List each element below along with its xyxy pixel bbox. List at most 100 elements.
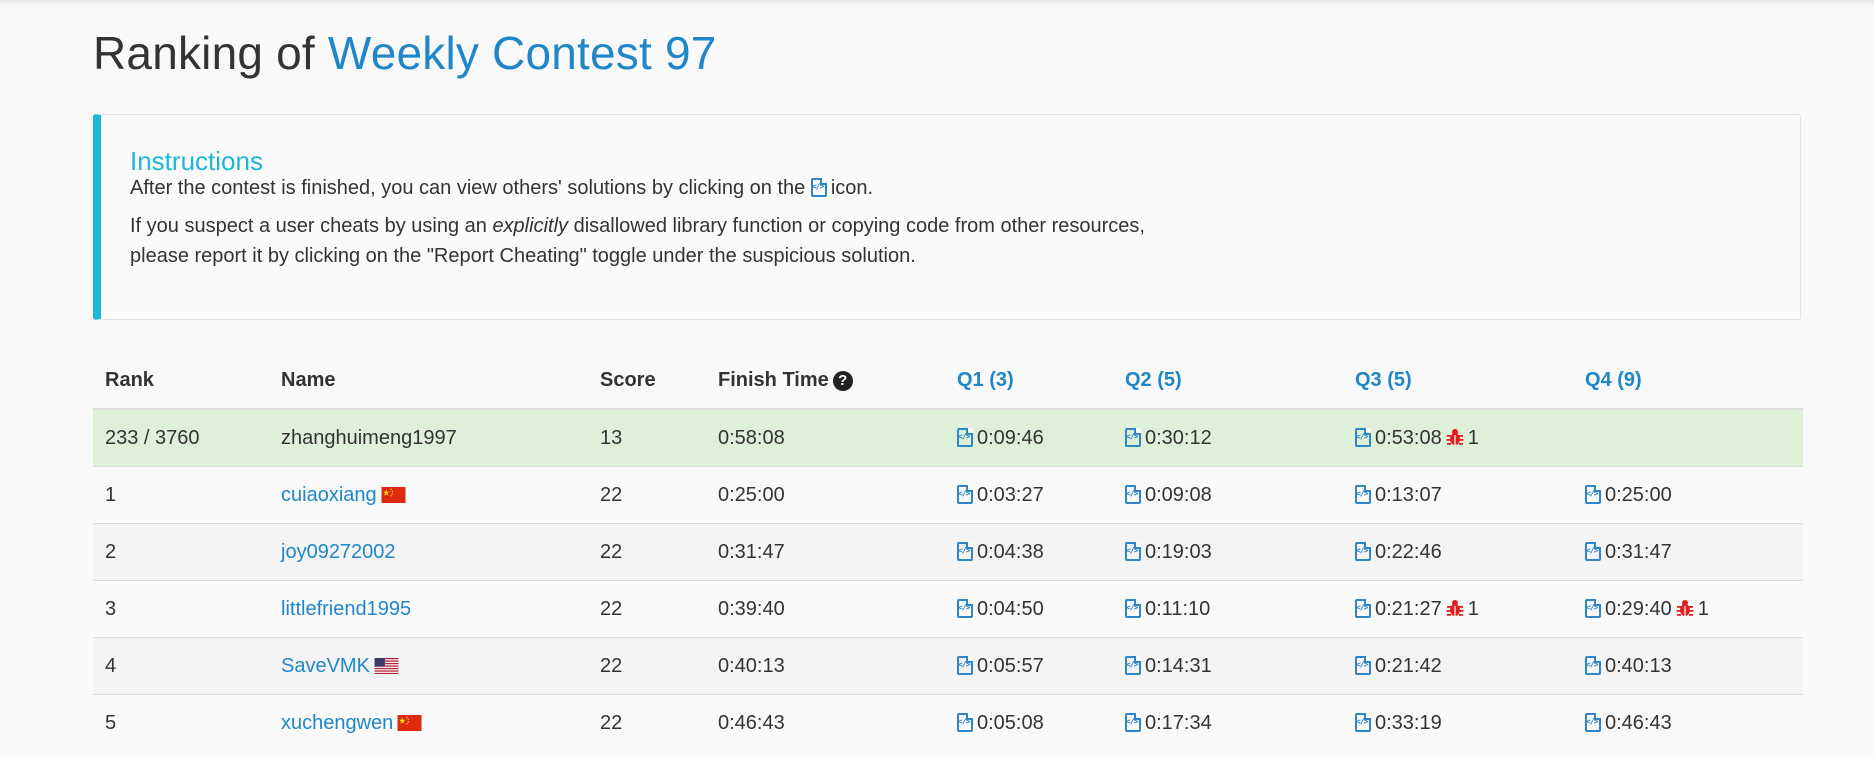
code-file-icon[interactable] (957, 712, 974, 732)
q4-cell: 0:40:13 (1573, 637, 1803, 695)
username-link[interactable]: cuiaoxiang (281, 484, 377, 506)
bug-icon (1676, 599, 1694, 616)
bug-icon (1446, 599, 1464, 616)
header-q1[interactable]: Q1 (3) (945, 352, 1113, 410)
instructions-line-1-end: icon. (830, 177, 874, 199)
q3-time: 0:13:07 (1375, 483, 1442, 506)
q3-time: 0:33:19 (1375, 711, 1442, 734)
bug-icon (1446, 428, 1464, 445)
header-q1-label[interactable]: Q1 (3) (957, 369, 1014, 391)
finish-time-cell: 0:25:00 (706, 466, 945, 524)
wrong-submission-count: 1 (1467, 597, 1479, 620)
code-file-icon[interactable] (1125, 541, 1142, 561)
code-file-icon[interactable] (957, 484, 974, 504)
header-q4[interactable]: Q4 (9) (1573, 352, 1803, 410)
name-cell: joy09272002 (269, 523, 588, 581)
code-file-icon[interactable] (957, 598, 974, 618)
code-file-icon[interactable] (1125, 598, 1142, 618)
instructions-emphasis: explicitly (492, 215, 569, 237)
table-header-row: Rank Name Score Finish Time? Q1 (3) Q2 (… (93, 352, 1803, 410)
instructions-panel: Instructions After the contest is finish… (93, 114, 1801, 320)
score-cell: 22 (588, 466, 706, 524)
score-cell: 22 (588, 637, 706, 695)
code-file-icon[interactable] (1125, 712, 1142, 732)
q1-cell: 0:04:38 (945, 523, 1113, 581)
contest-link[interactable]: Weekly Contest 97 (328, 27, 717, 79)
code-file-icon[interactable] (1355, 541, 1372, 561)
username: zhanghuimeng1997 (281, 426, 457, 449)
q2-cell: 0:17:34 (1113, 694, 1343, 751)
code-file-icon[interactable] (1585, 484, 1602, 504)
code-file-icon[interactable] (1125, 655, 1142, 675)
username-link[interactable]: SaveVMK (281, 655, 370, 677)
finish-time-cell: 0:39:40 (706, 580, 945, 638)
finish-time-value: 0:39:40 (718, 597, 785, 620)
q2-time: 0:11:10 (1145, 597, 1211, 620)
score-cell: 13 (588, 408, 706, 467)
rank-value: 4 (105, 654, 117, 677)
header-q3-label[interactable]: Q3 (5) (1355, 369, 1412, 391)
page-title: Ranking of Weekly Contest 97 (93, 26, 717, 80)
rank-value: 233 / 3760 (105, 426, 200, 449)
q2-time: 0:19:03 (1145, 540, 1212, 563)
header-q3[interactable]: Q3 (5) (1343, 352, 1573, 410)
instructions-line-2-a: If you suspect a user cheats by using an (130, 215, 487, 237)
code-file-icon[interactable] (957, 655, 974, 675)
q1-time: 0:03:27 (977, 483, 1044, 506)
header-finish-time-label: Finish Time (718, 368, 829, 391)
code-file-icon[interactable] (1585, 598, 1602, 618)
name-cell: zhanghuimeng1997 (269, 408, 588, 467)
q1-time: 0:04:50 (977, 597, 1044, 620)
code-file-icon[interactable] (957, 427, 974, 447)
current-user-row: 233 / 3760 zhanghuimeng1997 13 0:58:08 0:09:… (93, 408, 1803, 467)
code-file-icon[interactable] (1585, 541, 1602, 561)
code-file-icon (810, 178, 828, 197)
score-cell: 22 (588, 523, 706, 581)
code-file-icon[interactable] (1355, 655, 1372, 675)
code-file-icon[interactable] (1355, 598, 1372, 618)
q1-cell: 0:05:57 (945, 637, 1113, 695)
q3-time: 0:21:42 (1375, 654, 1442, 677)
code-file-icon[interactable] (1125, 427, 1142, 447)
q3-time: 0:53:08 (1375, 426, 1442, 449)
code-file-icon[interactable] (1355, 712, 1372, 732)
finish-time-cell: 0:40:13 (706, 637, 945, 695)
wrong-submission-count: 1 (1697, 597, 1709, 620)
rank-cell: 1 (93, 466, 269, 524)
q2-cell: 0:11:10 (1113, 580, 1343, 638)
header-q2-label[interactable]: Q2 (5) (1125, 369, 1182, 391)
username-link[interactable]: littlefriend1995 (281, 598, 411, 620)
q2-cell: 0:30:12 (1113, 408, 1343, 467)
q4-time: 0:40:13 (1605, 654, 1672, 677)
header-q2[interactable]: Q2 (5) (1113, 352, 1343, 410)
header-q4-label[interactable]: Q4 (9) (1585, 369, 1642, 391)
ranking-body: 233 / 3760zhanghuimeng1997130:58:080:09:… (93, 408, 1803, 751)
q4-time: 0:46:43 (1605, 711, 1672, 734)
code-file-icon[interactable] (1355, 427, 1372, 447)
code-file-icon[interactable] (1355, 484, 1372, 504)
score-value: 22 (600, 597, 623, 620)
question-circle-icon[interactable]: ? (832, 370, 853, 391)
top-shadow (0, 0, 1874, 6)
table-row: 4 SaveVMK 22 0:40:13 0:05:57 0:14:31 0:21:42 0:… (93, 637, 1803, 695)
q2-time: 0:09:08 (1145, 483, 1212, 506)
q4-cell: 0:25:00 (1573, 466, 1803, 524)
q2-time: 0:17:34 (1145, 711, 1212, 734)
rank-value: 1 (105, 483, 117, 506)
q1-cell: 0:04:50 (945, 580, 1113, 638)
title-prefix: Ranking of (93, 27, 315, 79)
code-file-icon[interactable] (957, 541, 974, 561)
wrong-submission-count: 1 (1467, 426, 1479, 449)
username-link[interactable]: joy09272002 (281, 541, 396, 563)
username-link[interactable]: xuchengwen (281, 712, 393, 734)
name-cell: littlefriend1995 (269, 580, 588, 638)
q4-time: 0:31:47 (1605, 540, 1672, 563)
code-file-icon[interactable] (1125, 484, 1142, 504)
code-file-icon[interactable] (1585, 712, 1602, 732)
code-file-icon[interactable] (1585, 655, 1602, 675)
header-rank: Rank (93, 352, 269, 410)
table-row: 3 littlefriend1995 22 0:39:40 0:04:50 0:11:10… (93, 580, 1803, 638)
q4-time: 0:25:00 (1605, 483, 1672, 506)
q2-cell: 0:14:31 (1113, 637, 1343, 695)
q1-time: 0:09:46 (977, 426, 1044, 449)
